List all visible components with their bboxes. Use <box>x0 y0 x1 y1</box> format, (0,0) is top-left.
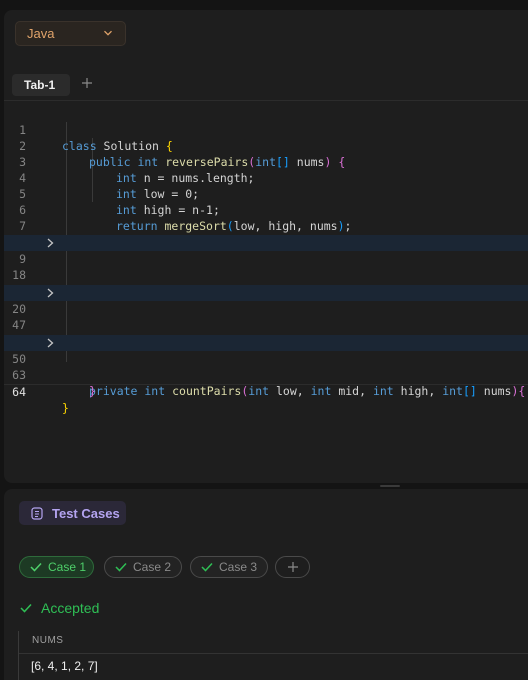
test-cases-icon <box>31 506 43 520</box>
variable-block: NUMS [6, 4, 1, 2, 7] <box>18 631 528 680</box>
check-icon <box>30 562 42 572</box>
case-label: Case 2 <box>133 560 172 574</box>
code-line: 19 <box>4 268 528 299</box>
code-line: 8 <box>4 218 528 249</box>
result-status: Accepted <box>20 600 99 616</box>
case-label: Case 1 <box>48 560 87 574</box>
tab-1[interactable]: Tab-1 <box>12 74 70 96</box>
editor-tabs-bar: Tab-1 <box>4 70 528 101</box>
code-line: 48 <box>4 318 528 349</box>
code-line: 7 } <box>4 202 528 249</box>
chevron-right-icon[interactable] <box>46 288 55 298</box>
code-line-current: 64 } <box>4 368 528 415</box>
code-line: 2 public int reversePairs(int[] nums) { <box>4 122 528 169</box>
divider <box>19 653 528 654</box>
code-line: 5 int high = n-1; <box>4 170 528 217</box>
test-cases-tab[interactable]: Test Cases <box>19 501 126 525</box>
check-icon <box>115 562 127 572</box>
variable-value: [6, 4, 1, 2, 7] <box>31 659 98 673</box>
language-select-value: Java <box>27 26 55 41</box>
case-1-tab[interactable]: Case 1 <box>19 556 94 578</box>
chevron-right-icon[interactable] <box>46 238 55 248</box>
plus-icon[interactable] <box>80 76 94 90</box>
chevron-down-icon <box>104 30 112 36</box>
test-cases-panel: Test Cases Case 1 Case 2 Case 3 Accepted… <box>4 489 528 680</box>
case-3-tab[interactable]: Case 3 <box>190 556 268 578</box>
tab-label: Tab-1 <box>24 78 56 92</box>
case-2-tab[interactable]: Case 2 <box>104 556 182 578</box>
case-label: Case 3 <box>219 560 258 574</box>
code-editor-panel: Java Tab-1 1 class Solution { 2 public i… <box>4 10 528 483</box>
variable-name: NUMS <box>32 635 64 646</box>
code-line: 4 int low = 0; <box>4 154 528 201</box>
code-text: } <box>89 384 96 398</box>
check-icon <box>20 603 32 613</box>
plus-icon <box>287 562 298 572</box>
code-line: 9 private int mergeSort(int low, int hig… <box>4 235 528 298</box>
code-line: 18 } <box>4 251 528 298</box>
code-line: 20 private void merge(int low, int mid, … <box>4 285 528 348</box>
chevron-right-icon[interactable] <box>46 338 55 348</box>
add-case-button[interactable] <box>275 556 310 578</box>
code-line: 1 class Solution { <box>4 106 528 153</box>
result-text: Accepted <box>41 600 100 616</box>
code-line: 47 } <box>4 301 528 348</box>
code-line: 63 } <box>4 351 528 398</box>
check-icon <box>201 562 213 572</box>
code-text: private int countPairs(int low, int mid,… <box>89 384 526 398</box>
code-line: 6 return mergeSort(low, high, nums); <box>4 186 528 233</box>
code-line: 50 private int countPairs(int low, int m… <box>4 335 528 398</box>
language-select[interactable]: Java <box>15 21 126 46</box>
code-text: } <box>62 401 69 415</box>
code-line: 3 int n = nums.length; <box>4 138 528 185</box>
test-cases-title: Test Cases <box>52 505 120 521</box>
line-number: 64 <box>12 385 26 399</box>
panel-resize-handle[interactable] <box>380 485 400 487</box>
